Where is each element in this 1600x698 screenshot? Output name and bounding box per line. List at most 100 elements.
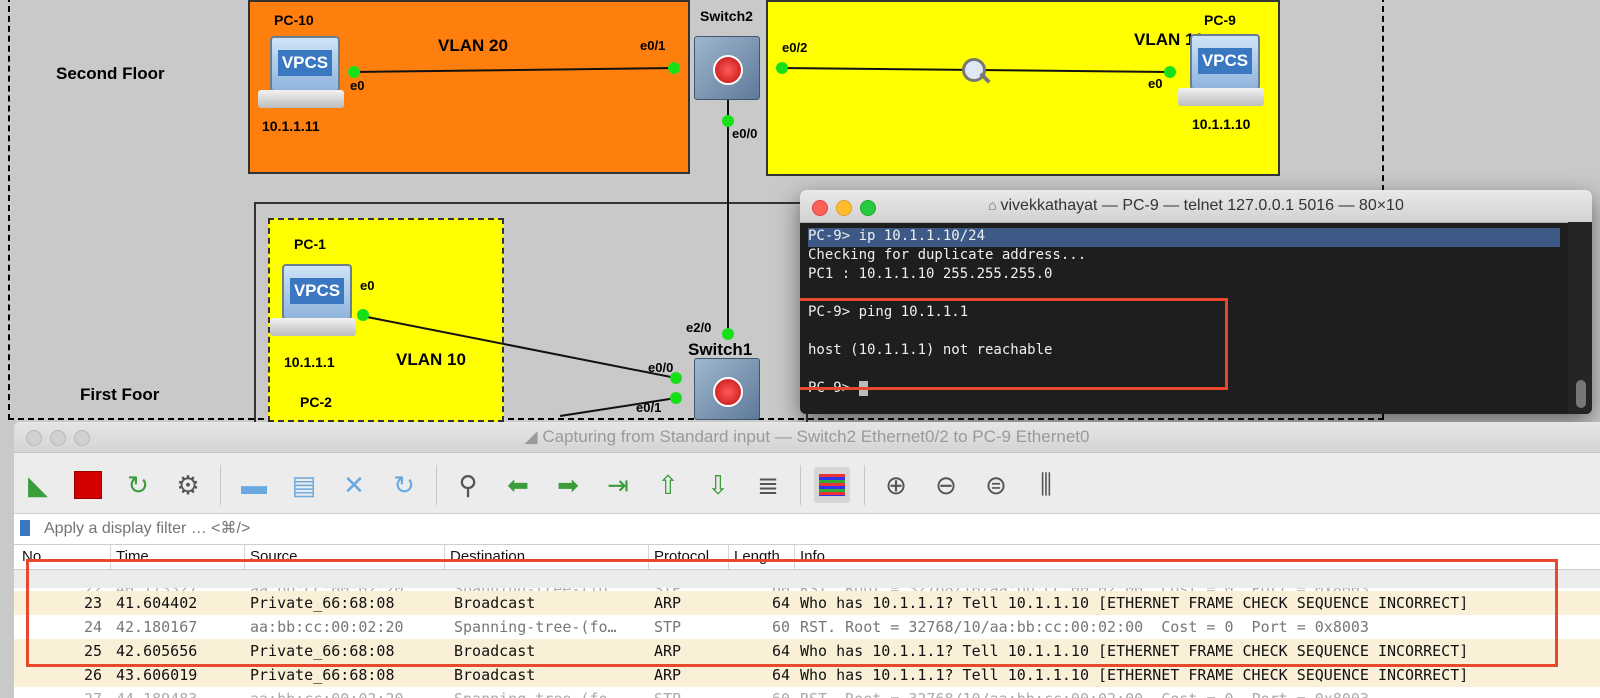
- keyboard-icon: [270, 318, 356, 336]
- terminal-titlebar[interactable]: ⌂ vivekkathayat — PC-9 — telnet 127.0.0.…: [800, 190, 1592, 223]
- stop-capture-icon[interactable]: [70, 467, 106, 503]
- toolbar-separator: [436, 465, 437, 505]
- switch1-e2-0-dot: [722, 328, 734, 340]
- wireshark-window[interactable]: ◢ Capturing from Standard input — Switch…: [14, 422, 1600, 698]
- toolbar-separator: [800, 465, 801, 505]
- toolbar-separator: [864, 465, 865, 505]
- first-packet-icon[interactable]: ⇧: [650, 467, 686, 503]
- cell-destination: Broadcast: [454, 666, 536, 684]
- display-filter-bar: [14, 514, 1600, 545]
- pc9-ip: 10.1.1.10: [1192, 116, 1251, 132]
- pc10-port-label: e0: [350, 78, 365, 93]
- monitor-icon: VPCS: [282, 264, 352, 320]
- switch1-name: Switch1: [688, 340, 753, 359]
- capture-magnifier-icon[interactable]: [962, 58, 991, 86]
- switch1-e0-0-dot: [670, 372, 682, 384]
- cell-info: Who has 10.1.1.1? Tell 10.1.1.10 [ETHERN…: [800, 666, 1469, 684]
- switch-icon: [713, 55, 743, 85]
- pc9-port-label: e0: [1148, 76, 1163, 91]
- last-packet-icon[interactable]: ⇩: [700, 467, 736, 503]
- vpcs-badge: VPCS: [1198, 48, 1252, 74]
- monitor-icon: VPCS: [270, 36, 340, 92]
- restart-capture-icon[interactable]: ↻: [120, 467, 156, 503]
- scroll-thumb[interactable]: [1576, 380, 1586, 408]
- pc1-ip: 10.1.1.1: [284, 354, 335, 370]
- pc2-name: PC-2: [300, 394, 332, 410]
- switch1-e2-0-label: e2/0: [686, 320, 712, 335]
- switch2-e0-0-label: e0/0: [732, 126, 758, 141]
- bookmark-icon[interactable]: [20, 520, 30, 536]
- cell-time: 44.189483: [116, 690, 197, 698]
- arp-highlight-box: [26, 559, 1558, 667]
- save-file-icon[interactable]: ▤: [286, 467, 322, 503]
- terminal-line: PC-9> ip 10.1.1.10/24: [808, 228, 1560, 247]
- go-forward-icon[interactable]: ➡: [550, 467, 586, 503]
- capture-options-icon[interactable]: ⚙: [170, 467, 206, 503]
- vpcs-badge: VPCS: [290, 278, 344, 304]
- keyboard-icon: [258, 90, 344, 108]
- switch-icon: [713, 377, 743, 407]
- close-file-icon[interactable]: ✕: [336, 467, 372, 503]
- go-back-icon[interactable]: ⬅: [500, 467, 536, 503]
- pc10-name: PC-10: [274, 12, 314, 28]
- pc1-name: PC-1: [294, 236, 326, 252]
- cell-length: 64: [772, 666, 791, 684]
- normal-size-icon[interactable]: ⊜: [978, 467, 1014, 503]
- wireshark-titlebar[interactable]: ◢ Capturing from Standard input — Switch…: [14, 422, 1600, 453]
- cell-time: 43.606019: [116, 666, 198, 684]
- pc9-name: PC-9: [1204, 12, 1236, 28]
- terminal-scrollbar[interactable]: [1568, 222, 1592, 414]
- monitor-icon: VPCS: [1190, 34, 1260, 90]
- display-filter-input[interactable]: [42, 517, 1546, 541]
- pc1-port-label: e0: [360, 278, 375, 293]
- switch2-e0-1-label: e0/1: [640, 38, 666, 53]
- switch2-node[interactable]: [694, 36, 760, 100]
- switch2-name: Switch2: [700, 8, 753, 24]
- pc1-node[interactable]: VPCS: [270, 262, 360, 342]
- zoom-in-icon[interactable]: ⊕: [878, 467, 914, 503]
- terminal-title: ⌂ vivekkathayat — PC-9 — telnet 127.0.0.…: [800, 197, 1592, 215]
- pc9-port-dot: [1164, 66, 1176, 78]
- pc10-port-dot: [348, 66, 360, 78]
- main-toolbar: ◣ ↻ ⚙ ▬ ▤ ✕ ↻ ⚲ ⬅ ➡ ⇥ ⇧ ⇩ ≣ ⊕ ⊖ ⊜ ⫼: [14, 453, 1600, 514]
- home-icon: ⌂: [988, 197, 1001, 213]
- cell-info: RST. Root = 32768/10/aa:bb:cc:00:02:00 C…: [800, 690, 1369, 698]
- terminal-window[interactable]: ⌂ vivekkathayat — PC-9 — telnet 127.0.0.…: [800, 190, 1592, 414]
- switch2-e0-2-dot: [776, 62, 788, 74]
- zoom-out-icon[interactable]: ⊖: [928, 467, 964, 503]
- cell-source: aa:bb:cc:00:02:20: [250, 690, 404, 698]
- cell-no: 27: [84, 690, 102, 698]
- open-file-icon[interactable]: ▬: [236, 467, 272, 503]
- start-capture-icon[interactable]: ◣: [20, 467, 56, 503]
- cell-length: 60: [772, 690, 790, 698]
- cell-no: 26: [84, 666, 103, 684]
- switch1-node[interactable]: [694, 358, 760, 420]
- switch1-e0-0-label: e0/0: [648, 360, 674, 375]
- switch1-e0-1-label: e0/1: [636, 400, 662, 415]
- pc9-node[interactable]: VPCS: [1178, 32, 1268, 112]
- terminal-title-text: vivekkathayat — PC-9 — telnet 127.0.0.1 …: [1000, 197, 1404, 214]
- reload-file-icon[interactable]: ↻: [386, 467, 422, 503]
- switch2-e0-2-label: e0/2: [782, 40, 808, 55]
- go-to-packet-icon[interactable]: ⇥: [600, 467, 636, 503]
- ping-highlight-box: [800, 298, 1228, 390]
- pc10-node[interactable]: VPCS: [258, 34, 348, 114]
- cell-protocol: ARP: [654, 666, 682, 684]
- wireshark-title: ◢ Capturing from Standard input — Switch…: [14, 427, 1600, 447]
- shark-fin-icon: ◢: [524, 427, 543, 446]
- autoscroll-icon[interactable]: ≣: [750, 467, 786, 503]
- terminal-line: PC1 : 10.1.1.10 255.255.255.0: [808, 266, 1053, 282]
- cell-protocol: STP: [654, 690, 681, 698]
- resize-columns-icon[interactable]: ⫼: [1028, 467, 1064, 503]
- toolbar-separator: [220, 465, 221, 505]
- terminal-line: Checking for duplicate address...: [808, 247, 1087, 263]
- pc1-port-dot: [357, 309, 369, 321]
- table-row[interactable]: 27 44.189483 aa:bb:cc:00:02:20 Spanning-…: [14, 687, 1600, 698]
- colorize-icon[interactable]: [814, 467, 850, 503]
- vpcs-badge: VPCS: [278, 50, 332, 76]
- cell-source: Private_66:68:08: [250, 666, 395, 684]
- find-packet-icon[interactable]: ⚲: [450, 467, 486, 503]
- wireshark-title-text: Capturing from Standard input — Switch2 …: [542, 427, 1090, 446]
- pc10-ip: 10.1.1.11: [262, 118, 320, 134]
- switch1-e0-1-dot: [670, 392, 682, 404]
